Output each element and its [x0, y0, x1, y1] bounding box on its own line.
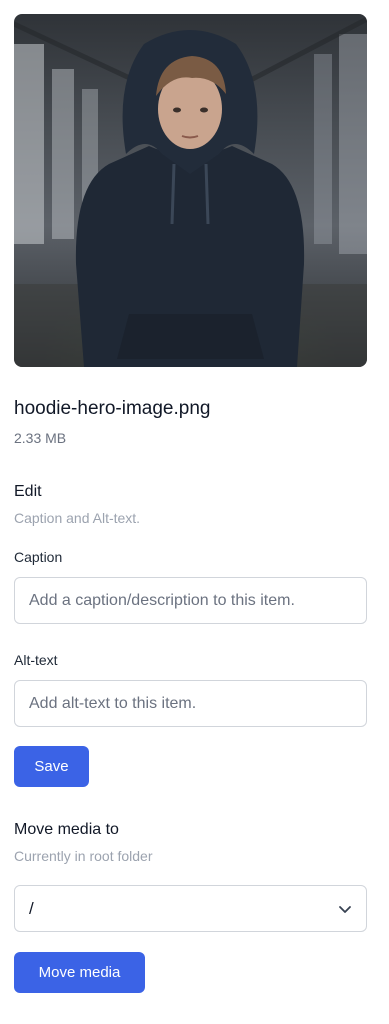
move-section-title: Move media to	[14, 821, 119, 838]
media-file-size: 2.33 MB	[14, 430, 67, 446]
caption-input[interactable]	[14, 577, 367, 624]
caption-label: Caption	[14, 549, 63, 565]
media-preview-image	[14, 14, 367, 367]
edit-section-subtitle: Caption and Alt-text.	[14, 510, 141, 526]
edit-section-title: Edit	[14, 483, 42, 500]
move-media-button[interactable]: Move media	[14, 952, 145, 993]
alt-text-label: Alt-text	[14, 652, 58, 668]
media-filename: hoodie-hero-image.png	[14, 398, 211, 419]
preview-illustration	[14, 16, 367, 367]
folder-select-value: /	[29, 898, 34, 918]
folder-select[interactable]: /	[14, 885, 367, 932]
alt-text-input[interactable]	[14, 680, 367, 727]
move-section-subtitle: Currently in root folder	[14, 848, 153, 864]
save-button[interactable]: Save	[14, 746, 89, 787]
chevron-down-icon	[339, 905, 351, 913]
